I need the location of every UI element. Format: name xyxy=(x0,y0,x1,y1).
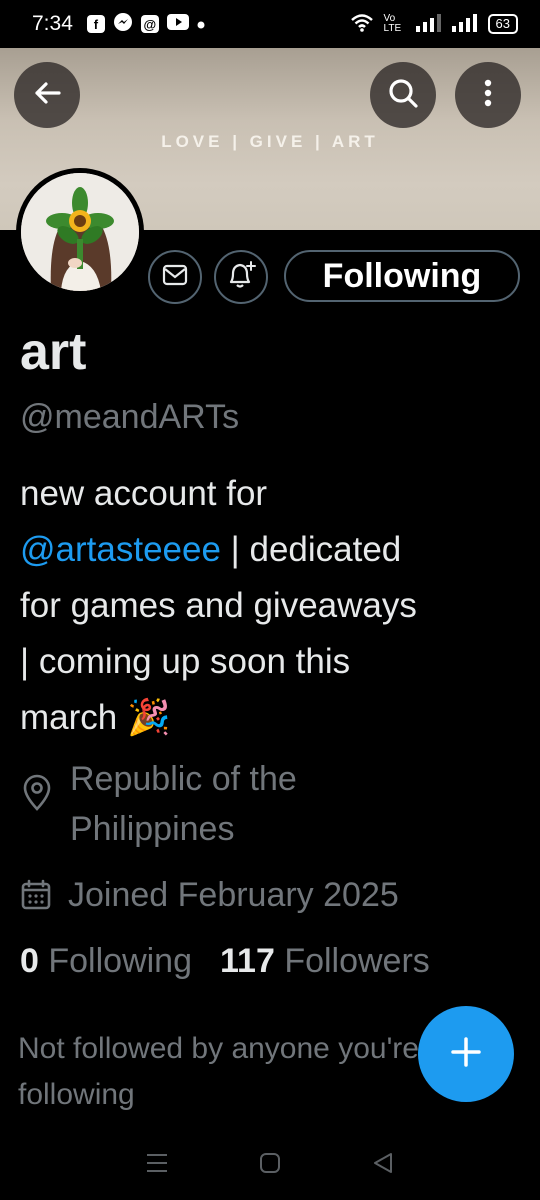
location-text: Republic of the Philippines xyxy=(70,760,297,848)
volte-label: Vo LTE xyxy=(383,13,402,34)
bio-line: for games and giveaways xyxy=(20,586,417,625)
message-button[interactable] xyxy=(148,250,202,304)
dot-icon xyxy=(197,16,205,33)
more-options-button[interactable] xyxy=(455,62,521,128)
back-button[interactable] xyxy=(14,62,80,128)
avatar xyxy=(21,173,139,291)
bio-line: | coming up soon this xyxy=(20,642,351,681)
bio-line: march 🎉 xyxy=(20,690,520,746)
bell-plus-icon xyxy=(225,260,257,295)
follow-counts: 0 Following 117 Followers xyxy=(20,942,430,981)
display-name: art xyxy=(20,323,87,381)
status-bar: 7:34 f @ Vo LTE 63 xyxy=(0,0,540,48)
profile-bio: new account for @artasteeee | dedicated … xyxy=(20,466,520,746)
wifi-icon xyxy=(350,13,374,36)
profile-handle: @meandARTs xyxy=(20,398,240,436)
location-pin-icon xyxy=(20,754,64,811)
threads-icon: @ xyxy=(140,15,159,33)
bio-text: | dedicated xyxy=(220,530,402,569)
followers-count-link[interactable]: 117 Followers xyxy=(220,942,430,981)
compose-button[interactable] xyxy=(418,1006,514,1102)
messenger-icon xyxy=(113,12,133,36)
search-button[interactable] xyxy=(370,62,436,128)
joined-row: Joined February 2025 xyxy=(20,870,399,920)
battery-indicator: 63 xyxy=(487,14,518,34)
following-count-link[interactable]: 0 Following xyxy=(20,942,192,981)
more-vertical-icon xyxy=(483,78,493,113)
notifications-button[interactable] xyxy=(214,250,268,304)
status-time: 7:34 xyxy=(32,12,73,35)
youtube-icon xyxy=(166,14,189,34)
joined-text: Joined February 2025 xyxy=(68,876,399,914)
system-nav-bar xyxy=(0,1130,540,1200)
location-row: Republic of the Philippines xyxy=(20,754,390,854)
bio-text: march xyxy=(20,698,118,737)
envelope-icon xyxy=(162,264,188,291)
mention-link[interactable]: @artasteeee xyxy=(20,530,221,569)
calendar-icon xyxy=(20,870,64,920)
home-button[interactable] xyxy=(258,1151,282,1180)
facebook-icon: f xyxy=(86,15,105,33)
search-icon xyxy=(387,77,419,114)
following-button[interactable]: Following xyxy=(284,250,520,302)
party-popper-emoji: 🎉 xyxy=(126,698,171,737)
following-label: Following xyxy=(48,942,192,980)
avatar-ring[interactable] xyxy=(16,168,144,296)
signal-icon-2 xyxy=(451,13,478,35)
signal-icon xyxy=(415,13,442,35)
back-nav-button[interactable] xyxy=(371,1151,395,1180)
followers-label: Followers xyxy=(284,942,430,980)
plus-icon xyxy=(449,1035,483,1074)
notification-icons: f @ xyxy=(86,12,205,36)
status-indicators: Vo LTE 63 xyxy=(350,13,518,36)
banner-text: LOVE | GIVE | ART xyxy=(161,132,379,151)
followers-count: 117 xyxy=(220,942,275,980)
bio-line: @artasteeee | dedicated xyxy=(20,522,520,578)
bio-line: new account for xyxy=(20,474,268,513)
arrow-left-icon xyxy=(32,78,62,113)
recent-apps-button[interactable] xyxy=(145,1152,169,1179)
following-count: 0 xyxy=(20,942,39,980)
